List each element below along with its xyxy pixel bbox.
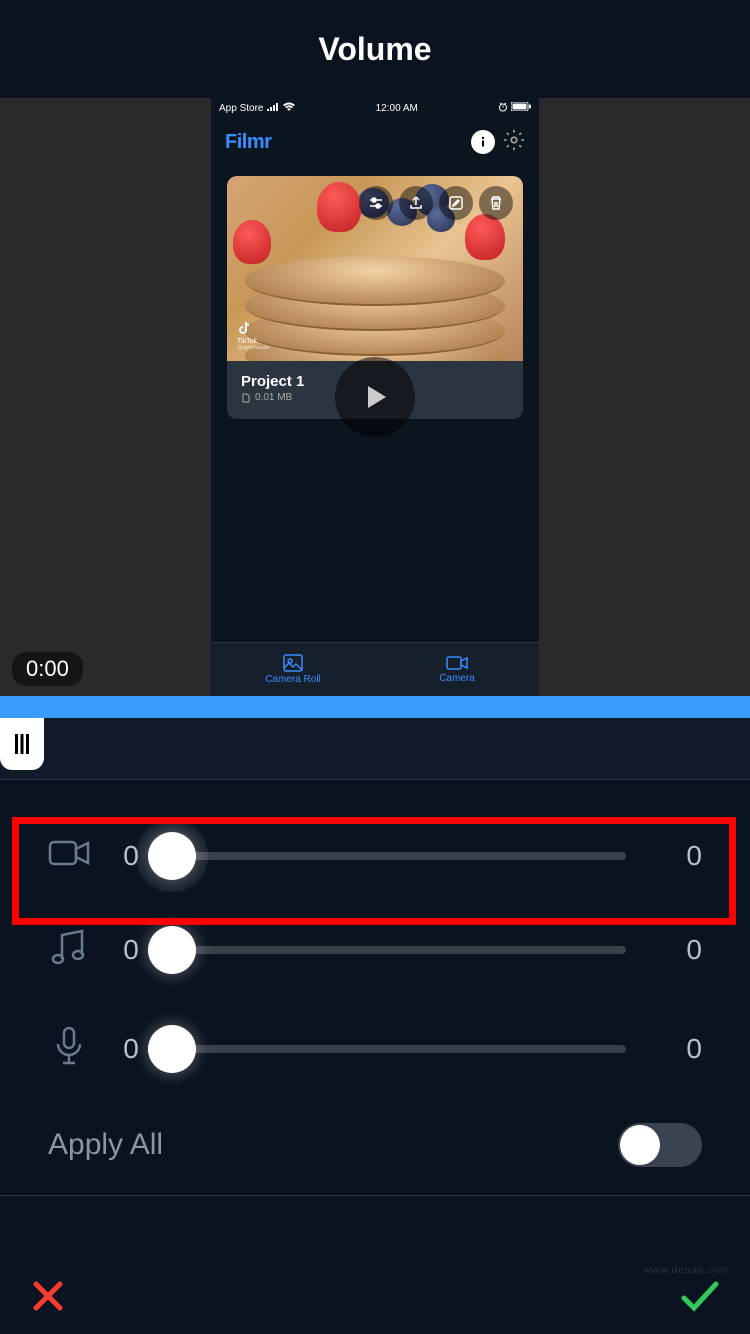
adjust-icon[interactable] bbox=[359, 186, 393, 220]
phone-statusbar: App Store 12:00 AM bbox=[211, 98, 539, 118]
info-icon[interactable] bbox=[471, 130, 495, 154]
alarm-icon bbox=[498, 102, 508, 115]
battery-icon bbox=[511, 102, 531, 114]
statusbar-time: 12:00 AM bbox=[376, 103, 418, 114]
playback-time: 0:00 bbox=[12, 652, 83, 686]
page-title: Volume bbox=[318, 31, 431, 68]
slider-thumb[interactable] bbox=[148, 926, 196, 974]
tab-camera-roll[interactable]: Camera Roll bbox=[211, 643, 375, 696]
mic-volume-left: 0 bbox=[116, 1033, 146, 1065]
cancel-button[interactable] bbox=[28, 1276, 68, 1321]
clip-row bbox=[0, 718, 750, 780]
app-logo: Filmr bbox=[225, 131, 271, 154]
mic-volume-row: 0 0 bbox=[0, 998, 750, 1099]
header: Volume bbox=[0, 0, 750, 98]
slider-thumb[interactable] bbox=[148, 832, 196, 880]
volume-sliders: 0 0 0 0 0 0 Apply All bbox=[0, 780, 750, 1196]
gallery-icon bbox=[283, 654, 303, 672]
mic-volume-right: 0 bbox=[652, 1033, 702, 1065]
apply-all-label: Apply All bbox=[48, 1128, 163, 1162]
file-icon bbox=[241, 393, 251, 403]
confirm-button[interactable] bbox=[678, 1276, 722, 1321]
apply-all-toggle[interactable] bbox=[618, 1123, 702, 1167]
video-volume-slider[interactable] bbox=[172, 852, 626, 860]
back-to-appstore: App Store bbox=[219, 103, 263, 114]
project-size: 0.01 MB bbox=[255, 392, 292, 403]
mic-icon bbox=[48, 1024, 90, 1073]
tab-label: Camera Roll bbox=[265, 674, 321, 685]
play-button[interactable] bbox=[335, 357, 415, 437]
close-icon bbox=[28, 1276, 68, 1316]
edit-icon[interactable] bbox=[439, 186, 473, 220]
video-volume-right: 0 bbox=[652, 840, 702, 872]
wifi-icon bbox=[283, 102, 295, 114]
project-thumbnail: TikTok @somehandle bbox=[227, 176, 523, 361]
mic-volume-slider[interactable] bbox=[172, 1045, 626, 1053]
share-icon[interactable] bbox=[399, 186, 433, 220]
camera-icon bbox=[446, 655, 468, 671]
music-volume-slider[interactable] bbox=[172, 946, 626, 954]
play-icon bbox=[358, 380, 392, 414]
timeline-scrubber[interactable] bbox=[0, 696, 750, 718]
music-icon bbox=[48, 927, 90, 972]
grip-icon bbox=[13, 732, 31, 756]
tiktok-watermark: TikTok @somehandle bbox=[237, 320, 269, 351]
footer-actions bbox=[0, 1262, 750, 1334]
video-preview-area: App Store 12:00 AM Filmr bbox=[0, 98, 750, 696]
settings-icon[interactable] bbox=[503, 129, 525, 156]
tab-label: Camera bbox=[439, 673, 475, 684]
music-volume-right: 0 bbox=[652, 934, 702, 966]
watermark: www.deuaq.com bbox=[644, 1265, 730, 1276]
app-topbar: Filmr bbox=[211, 118, 539, 166]
tab-camera[interactable]: Camera bbox=[375, 643, 539, 696]
bottom-tabs: Camera Roll Camera bbox=[211, 642, 539, 696]
apply-all-row: Apply All bbox=[0, 1099, 750, 1196]
music-volume-left: 0 bbox=[116, 934, 146, 966]
signal-icon bbox=[267, 103, 279, 114]
toggle-knob bbox=[620, 1125, 660, 1165]
clip-handle[interactable] bbox=[0, 718, 44, 770]
slider-thumb[interactable] bbox=[148, 1025, 196, 1073]
delete-icon[interactable] bbox=[479, 186, 513, 220]
video-volume-row: 0 0 bbox=[0, 810, 750, 901]
video-icon bbox=[48, 836, 90, 875]
music-volume-row: 0 0 bbox=[0, 901, 750, 998]
check-icon bbox=[678, 1276, 722, 1316]
